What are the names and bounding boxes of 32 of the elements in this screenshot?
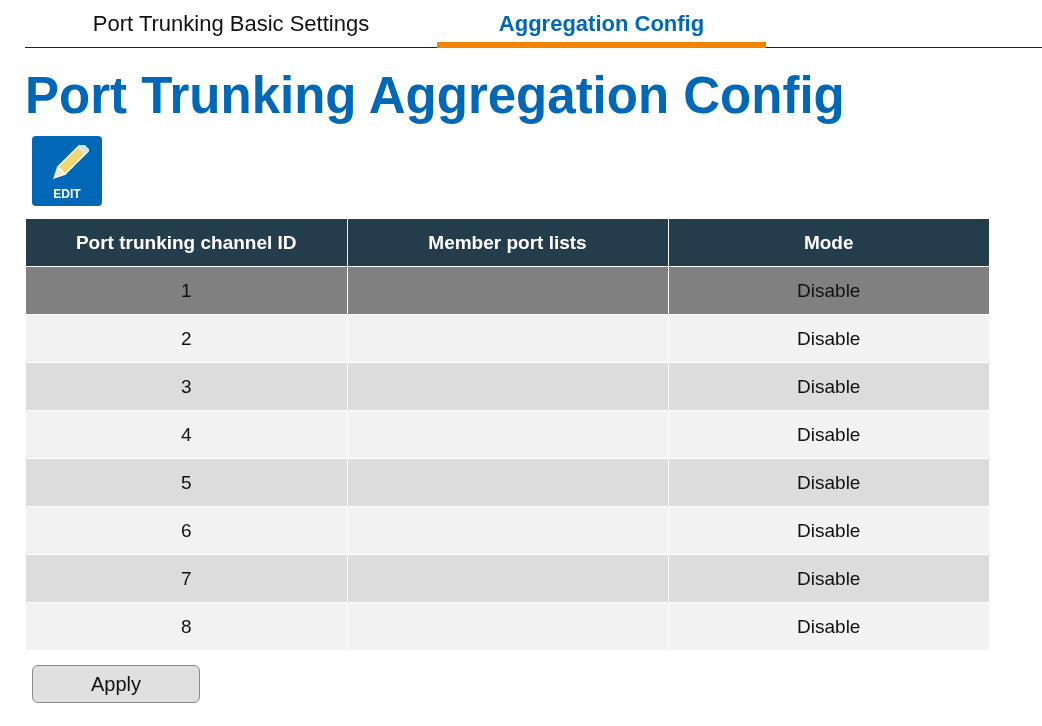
table-cell: 5 xyxy=(180,471,192,493)
table-cell: Disable xyxy=(797,471,861,493)
table-cell: Disable xyxy=(797,615,861,637)
table-cell: 6 xyxy=(180,519,192,541)
table-cell: Disable xyxy=(797,375,861,397)
column-header: Port trunking channel ID xyxy=(26,219,347,267)
table-cell: Disable xyxy=(797,423,861,445)
table-row[interactable]: 1 Disable xyxy=(26,266,989,315)
column-header: Member port lists xyxy=(347,219,668,267)
table-row[interactable]: 8 Disable xyxy=(26,602,989,650)
apply-button[interactable]: Apply xyxy=(32,665,200,703)
table-cell: Disable xyxy=(797,519,861,541)
edit-button[interactable]: EDIT xyxy=(32,136,102,206)
table-cell: Disable xyxy=(797,567,861,589)
tab[interactable]: Aggregation Config xyxy=(437,0,766,48)
table-cell: 4 xyxy=(180,423,192,445)
table-cell: Disable xyxy=(797,279,861,301)
tab[interactable]: Port Trunking Basic Settings xyxy=(25,0,437,48)
table-row[interactable]: 7 Disable xyxy=(26,554,989,603)
table-row[interactable]: 2 Disable xyxy=(26,314,989,363)
table-cell: 7 xyxy=(180,567,192,589)
table-row[interactable]: 3 Disable xyxy=(26,362,989,411)
table-cell: 1 xyxy=(180,279,192,301)
table-cell: 2 xyxy=(180,327,192,349)
page-title: Port Trunking Aggregation Config xyxy=(25,66,846,126)
table-cell: Disable xyxy=(797,327,861,349)
table-row[interactable]: 5 Disable xyxy=(26,458,989,507)
table-cell: 3 xyxy=(180,375,192,397)
column-header: Mode xyxy=(668,219,989,267)
table-cell: 8 xyxy=(180,615,192,637)
table-row[interactable]: 4 Disable xyxy=(26,410,989,459)
table-row[interactable]: 6 Disable xyxy=(26,506,989,555)
